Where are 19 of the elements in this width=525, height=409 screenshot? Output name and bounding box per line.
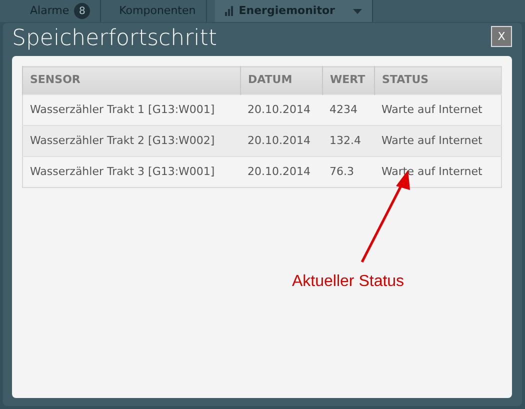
column-header: DATUM: [240, 66, 322, 94]
column-header: WERT: [322, 66, 374, 94]
table-cell: Wasserzähler Trakt 2 [G13:W002]: [22, 126, 240, 156]
nav-tab[interactable]: Energiemonitor: [214, 0, 373, 22]
dialog-title: Speicherfortschritt: [12, 25, 217, 53]
table-cell: Wasserzähler Trakt 3 [G13:W001]: [22, 156, 240, 188]
table-cell: Warte auf Internet: [374, 126, 502, 156]
bar-chart-icon: [224, 6, 234, 16]
table-cell: 20.10.2014: [240, 156, 322, 188]
table-cell: 20.10.2014: [240, 126, 322, 156]
column-header: SENSOR: [22, 66, 240, 94]
column-header: STATUS: [374, 66, 502, 94]
caret-icon: [352, 8, 362, 14]
annotation-label: Aktueller Status: [292, 272, 404, 292]
table-cell: 132.4: [322, 126, 374, 156]
table-cell: 76.3: [322, 156, 374, 188]
close-button[interactable]: X: [491, 26, 512, 47]
nav-tab[interactable]: Alarme 8: [20, 0, 102, 22]
count-badge: 8: [74, 3, 90, 19]
